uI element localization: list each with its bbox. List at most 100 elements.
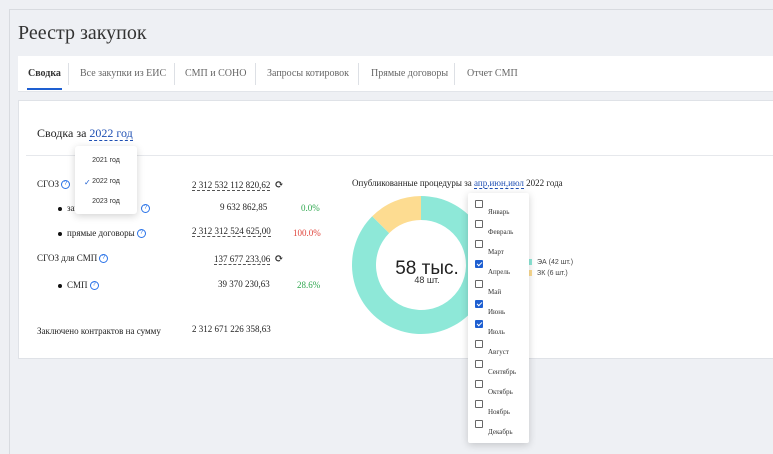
legend-swatch (529, 259, 532, 266)
help-icon[interactable]: ? (89, 281, 99, 291)
legend-item-ea[interactable]: ЭА (42 шт.) (529, 259, 573, 266)
smp-value: 39 370 230,63 (218, 279, 270, 289)
card-divider (26, 155, 773, 156)
month-checkbox[interactable] (475, 320, 483, 328)
bullet-icon (58, 231, 62, 236)
month-label: Март (488, 248, 504, 256)
bullet-icon (58, 283, 62, 288)
zap-value: 9 632 862,85 (220, 202, 268, 212)
contracts-label: Заключено контрактов на сумму (37, 326, 161, 336)
month-dropdown: Январь Февраль Март Апрель Май Июнь Июль Август… (468, 193, 529, 443)
month-label: Август (488, 348, 509, 356)
zap-percent: 0.0% (301, 203, 320, 213)
month-option-april[interactable]: Апрель (475, 260, 529, 280)
month-checkbox[interactable] (475, 240, 483, 248)
tab-smp-report[interactable]: Отчет СМП (467, 56, 518, 92)
month-option-march[interactable]: Март (475, 240, 529, 260)
month-label: Ноябрь (488, 408, 510, 416)
direct-contracts-label: прямые договоры? (58, 228, 146, 239)
month-label: Январь (488, 208, 510, 216)
legend-item-zk[interactable]: ЗК (6 шт.) (529, 270, 568, 277)
year-option-label: 2022 год (92, 178, 120, 185)
month-option-november[interactable]: Ноябрь (475, 400, 529, 420)
legend-swatch (529, 270, 532, 277)
bullet-icon (58, 206, 62, 211)
tab-separator (454, 63, 455, 85)
sgoz-label: СГОЗ? (37, 179, 70, 190)
tab-summary[interactable]: Сводка (27, 56, 62, 92)
help-icon[interactable]: ? (99, 254, 109, 264)
chart-title: Опубликованные процедуры за апр,июн,июл … (352, 178, 563, 189)
legend-label: ЗК (6 шт.) (537, 270, 568, 277)
contracts-value: 2 312 671 226 358,63 (192, 324, 271, 334)
summary-title-prefix: Сводка за (37, 126, 87, 140)
sgoz-label-text: СГОЗ (37, 179, 59, 189)
smp-percent: 28.6% (297, 280, 321, 290)
sgoz-smp-label: СГОЗ для СМП? (37, 253, 109, 264)
month-checkbox[interactable] (475, 400, 483, 408)
year-option-2021[interactable]: 2021 год (75, 157, 137, 164)
year-selector-link[interactable]: 2022 год (89, 126, 133, 141)
month-label: Октябрь (488, 388, 513, 396)
tab-direct-contracts[interactable]: Прямые договоры (371, 56, 448, 92)
month-option-june[interactable]: Июнь (475, 300, 529, 320)
tab-bar: Сводка Все закупки из ЕИС СМП и СОНО Зап… (18, 56, 773, 92)
smp-label-text: СМП (67, 280, 88, 290)
month-option-february[interactable]: Февраль (475, 220, 529, 240)
sgoz-value-group: 2 312 532 112 820,62 ⟳ (192, 175, 284, 193)
month-checkbox[interactable] (475, 280, 483, 288)
tab-separator (174, 63, 175, 85)
direct-contracts-value[interactable]: 2 312 312 524 625,00 (192, 226, 271, 237)
month-option-october[interactable]: Октябрь (475, 380, 529, 400)
month-label: Апрель (488, 268, 511, 276)
tab-quotations[interactable]: Запросы котировок (267, 56, 349, 92)
month-option-may[interactable]: Май (475, 280, 529, 300)
month-label: Июль (488, 328, 505, 336)
sgoz-smp-value-group: 137 677 233,06 ⟳ (214, 249, 283, 267)
sgoz-smp-value[interactable]: 137 677 233,06 (214, 254, 271, 265)
tab-separator (255, 63, 256, 85)
month-option-december[interactable]: Декабрь (475, 420, 529, 440)
tab-separator (358, 63, 359, 85)
month-option-august[interactable]: Август (475, 340, 529, 360)
refresh-icon[interactable]: ⟳ (274, 179, 283, 191)
months-selector-link[interactable]: апр,июн,июл (474, 178, 524, 189)
month-checkbox[interactable] (475, 360, 483, 368)
month-checkbox[interactable] (475, 200, 483, 208)
sgoz-value[interactable]: 2 312 532 112 820,62 (192, 180, 271, 191)
month-checkbox[interactable] (475, 220, 483, 228)
help-icon[interactable]: ? (136, 229, 146, 239)
chart-title-prefix: Опубликованные процедуры за (352, 178, 472, 188)
month-checkbox[interactable] (475, 380, 483, 388)
tab-smp-sono[interactable]: СМП и СОНО (185, 56, 246, 92)
year-option-2022[interactable]: ✓ 2022 год (75, 178, 137, 187)
page-title: Реестр закупок (18, 22, 147, 44)
month-label: Февраль (488, 228, 514, 236)
direct-label-text: прямые договоры (67, 228, 135, 238)
check-icon: ✓ (84, 178, 91, 187)
month-checkbox[interactable] (475, 340, 483, 348)
tab-separator (68, 63, 69, 85)
legend-label: ЭА (42 шт.) (537, 259, 574, 266)
direct-contracts-percent: 100.0% (293, 228, 321, 238)
refresh-icon[interactable]: ⟳ (274, 253, 283, 265)
month-option-july[interactable]: Июль (475, 320, 529, 340)
month-label: Декабрь (488, 428, 513, 436)
smp-label: СМП? (58, 280, 99, 291)
summary-heading: Сводка за 2022 год (37, 126, 133, 141)
month-checkbox[interactable] (475, 260, 483, 268)
month-label: Май (488, 288, 502, 296)
chart-title-suffix: 2022 года (526, 178, 563, 188)
help-icon[interactable]: ? (61, 180, 70, 190)
year-option-2023[interactable]: 2023 год (75, 198, 137, 205)
tab-all-purchases[interactable]: Все закупки из ЕИС (80, 56, 166, 92)
year-dropdown: 2021 год ✓ 2022 год 2023 год (75, 146, 137, 214)
month-checkbox[interactable] (475, 420, 483, 428)
month-option-january[interactable]: Январь (475, 200, 529, 220)
month-checkbox[interactable] (475, 300, 483, 308)
month-option-september[interactable]: Сентябрь (475, 360, 529, 380)
month-label: Июнь (488, 308, 506, 316)
sgoz-smp-label-text: СГОЗ для СМП (37, 253, 98, 263)
help-icon[interactable]: ? (141, 204, 150, 213)
month-label: Сентябрь (488, 368, 517, 376)
